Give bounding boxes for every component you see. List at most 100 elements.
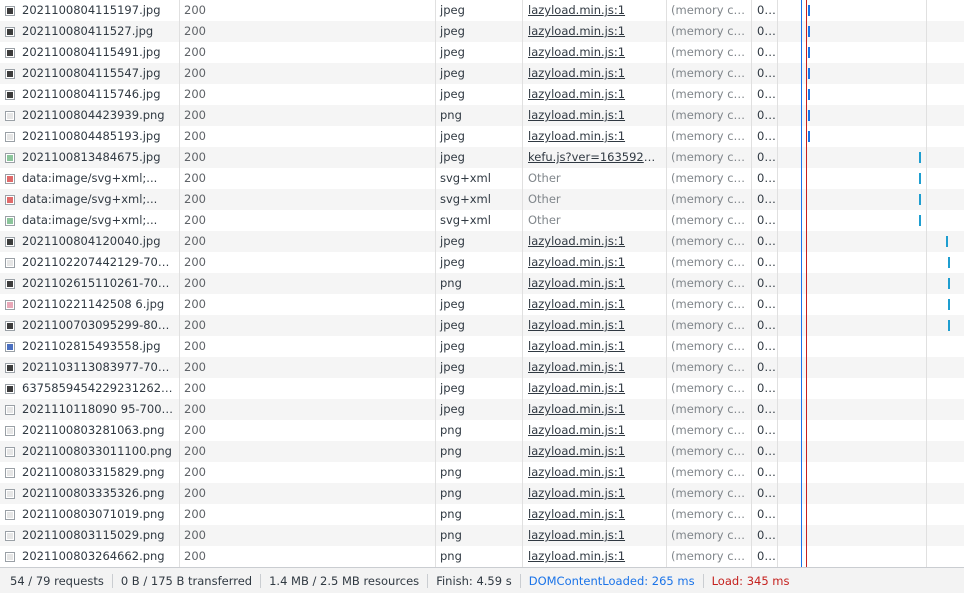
request-name-cell[interactable]: 2021100803115029.png: [0, 525, 179, 546]
request-name-cell[interactable]: 2021102207442129-700x500...: [0, 252, 179, 273]
initiator-link[interactable]: lazyload.min.js:1: [523, 0, 666, 21]
request-row[interactable]: 2021100804115547.jpg 200 jpeg lazyload.min.…: [0, 63, 964, 84]
request-row[interactable]: 202110080411527.jpg 200 jpeg lazyload.min.j…: [0, 21, 964, 42]
initiator-link[interactable]: lazyload.min.js:1: [523, 42, 666, 63]
request-name-cell[interactable]: 2021100803281063.png: [0, 420, 179, 441]
initiator-link[interactable]: lazyload.min.js:1: [523, 105, 666, 126]
initiator-link[interactable]: lazyload.min.js:1: [523, 231, 666, 252]
initiator-link[interactable]: lazyload.min.js:1: [523, 483, 666, 504]
request-time: 0...: [757, 381, 776, 395]
request-name-cell[interactable]: 2021100804115197.jpg: [0, 0, 179, 21]
initiator-link[interactable]: lazyload.min.js:1: [523, 504, 666, 525]
initiator-link[interactable]: lazyload.min.js:1: [523, 525, 666, 546]
request-row[interactable]: 20211008033011100.png 200 png lazyload.min.…: [0, 441, 964, 462]
request-name-cell[interactable]: 2021100703095299-800x800...: [0, 315, 179, 336]
request-size: (memory cac...: [671, 3, 752, 17]
request-name-cell[interactable]: data:image/svg+xml;...: [0, 210, 179, 231]
request-name-cell[interactable]: 2021110118090 95-700x500.j...: [0, 399, 179, 420]
request-row[interactable]: data:image/svg+xml;... 200 svg+xml Other (me…: [0, 189, 964, 210]
initiator-link[interactable]: kefu.js?ver=1635928076:7: [523, 147, 666, 168]
initiator-link[interactable]: lazyload.min.js:1: [523, 126, 666, 147]
request-name-cell[interactable]: 2021100813484675.jpg: [0, 147, 179, 168]
request-name-cell[interactable]: 202110080411527.jpg: [0, 21, 179, 42]
request-type: svg+xml: [440, 192, 491, 206]
request-row[interactable]: 63758594542292312626504... 200 jpeg lazyloa…: [0, 378, 964, 399]
initiator-link[interactable]: lazyload.min.js:1: [523, 84, 666, 105]
request-name-cell[interactable]: 2021102615110261-700x681...: [0, 273, 179, 294]
request-name-cell[interactable]: 2021100804115746.jpg: [0, 84, 179, 105]
initiator-link[interactable]: lazyload.min.js:1: [523, 399, 666, 420]
request-name-cell[interactable]: 20211008033011100.png: [0, 441, 179, 462]
request-time: 0...: [757, 297, 776, 311]
request-row[interactable]: 2021102207442129-700x500... 200 jpeg lazylo…: [0, 252, 964, 273]
request-row[interactable]: 2021100804120040.jpg 200 jpeg lazyload.min.…: [0, 231, 964, 252]
request-row[interactable]: 2021100804115197.jpg 200 jpeg lazyload.min.…: [0, 0, 964, 21]
initiator-link[interactable]: lazyload.min.js:1: [523, 252, 666, 273]
initiator-link[interactable]: lazyload.min.js:1: [523, 63, 666, 84]
request-status: 200: [184, 255, 206, 269]
initiator-link[interactable]: lazyload.min.js:1: [523, 462, 666, 483]
request-name: 2021100803071019.png: [22, 507, 165, 521]
request-time: 0...: [757, 3, 776, 17]
request-row[interactable]: 2021102615110261-700x681... 200 png lazyloa…: [0, 273, 964, 294]
request-row[interactable]: 2021100803264662.png 200 png lazyload.min.j…: [0, 546, 964, 567]
request-row[interactable]: 2021100813484675.jpg 200 jpeg kefu.js?ver=1…: [0, 147, 964, 168]
request-row[interactable]: 2021100803335326.png 200 png lazyload.min.j…: [0, 483, 964, 504]
request-row[interactable]: 2021100803281063.png 200 png lazyload.min.j…: [0, 420, 964, 441]
initiator-link[interactable]: lazyload.min.js:1: [523, 315, 666, 336]
request-row[interactable]: 2021100804115491.jpg 200 jpeg lazyload.min.…: [0, 42, 964, 63]
request-name-cell[interactable]: 2021100803264662.png: [0, 546, 179, 567]
load-time: Load: 345 ms: [711, 573, 790, 588]
request-size: (memory cac...: [671, 465, 752, 479]
request-name-cell[interactable]: 202110221142508 6.jpg: [0, 294, 179, 315]
request-name-cell[interactable]: 2021100803315829.png: [0, 462, 179, 483]
request-row[interactable]: 2021110118090 95-700x500.j... 200 jpeg lazy…: [0, 399, 964, 420]
request-time: 0...: [757, 360, 776, 374]
request-row[interactable]: 2021100803115029.png 200 png lazyload.min.j…: [0, 525, 964, 546]
request-row[interactable]: 2021103113083977-700x700... 200 jpeg lazylo…: [0, 357, 964, 378]
request-name-cell[interactable]: 2021100804485193.jpg: [0, 126, 179, 147]
request-name-cell[interactable]: 2021100803335326.png: [0, 483, 179, 504]
request-row[interactable]: 2021100804115746.jpg 200 jpeg lazyload.min.…: [0, 84, 964, 105]
request-type: jpeg: [440, 129, 465, 143]
initiator-link[interactable]: lazyload.min.js:1: [523, 546, 666, 567]
request-name-cell[interactable]: 2021100804120040.jpg: [0, 231, 179, 252]
dark-thumbnail-icon: [5, 5, 15, 16]
request-row[interactable]: 2021100804423939.png 200 png lazyload.min.j…: [0, 105, 964, 126]
request-time: 0...: [757, 24, 776, 38]
request-row[interactable]: data:image/svg+xml;... 200 svg+xml Other (me…: [0, 210, 964, 231]
request-status: 200: [184, 318, 206, 332]
request-name-cell[interactable]: 2021100804423939.png: [0, 105, 179, 126]
request-name-cell[interactable]: 2021103113083977-700x700...: [0, 357, 179, 378]
request-size: (memory cac...: [671, 171, 752, 185]
request-row[interactable]: 2021102815493558.jpg 200 jpeg lazyload.min.…: [0, 336, 964, 357]
initiator-link[interactable]: lazyload.min.js:1: [523, 441, 666, 462]
request-name-cell[interactable]: 2021100804115491.jpg: [0, 42, 179, 63]
initiator-link[interactable]: lazyload.min.js:1: [523, 378, 666, 399]
request-row[interactable]: 2021100803071019.png 200 png lazyload.min.j…: [0, 504, 964, 525]
request-row[interactable]: 2021100803315829.png 200 png lazyload.min.j…: [0, 462, 964, 483]
request-size: (memory cac...: [671, 423, 752, 437]
dom-content-loaded-marker: [801, 0, 802, 567]
request-type: jpeg: [440, 297, 465, 311]
initiator-link[interactable]: lazyload.min.js:1: [523, 21, 666, 42]
initiator-link[interactable]: lazyload.min.js:1: [523, 336, 666, 357]
column-divider: [666, 0, 667, 567]
request-name-cell[interactable]: 2021102815493558.jpg: [0, 336, 179, 357]
request-row[interactable]: 2021100804485193.jpg 200 jpeg lazyload.min.…: [0, 126, 964, 147]
request-name: data:image/svg+xml;...: [22, 171, 158, 185]
request-name-cell[interactable]: 2021100803071019.png: [0, 504, 179, 525]
initiator-link[interactable]: lazyload.min.js:1: [523, 294, 666, 315]
initiator-link[interactable]: lazyload.min.js:1: [523, 420, 666, 441]
request-row[interactable]: 2021100703095299-800x800... 200 jpeg lazylo…: [0, 315, 964, 336]
request-name-cell[interactable]: data:image/svg+xml;...: [0, 168, 179, 189]
initiator-link[interactable]: lazyload.min.js:1: [523, 273, 666, 294]
request-name-cell[interactable]: 2021100804115547.jpg: [0, 63, 179, 84]
request-row[interactable]: 202110221142508 6.jpg 200 jpeg lazyload.min…: [0, 294, 964, 315]
load-marker: [806, 0, 807, 567]
initiator-link[interactable]: lazyload.min.js:1: [523, 357, 666, 378]
request-status: 200: [184, 402, 206, 416]
request-name-cell[interactable]: 63758594542292312626504...: [0, 378, 179, 399]
request-row[interactable]: data:image/svg+xml;... 200 svg+xml Other (me…: [0, 168, 964, 189]
request-name-cell[interactable]: data:image/svg+xml;...: [0, 189, 179, 210]
